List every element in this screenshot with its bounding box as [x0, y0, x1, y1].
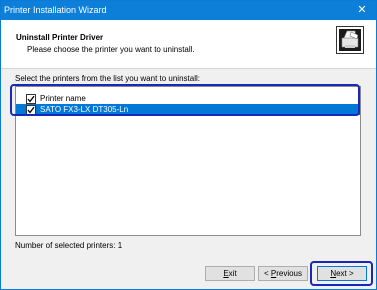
- instruction-text: Select the printers from the list you wa…: [15, 74, 200, 83]
- exit-button[interactable]: Exit: [205, 266, 255, 281]
- page-subtitle: Please choose the printer you want to un…: [27, 45, 195, 54]
- selected-count-text: Number of selected printers: 1: [15, 241, 123, 250]
- window-title: Printer Installation Wizard: [4, 5, 107, 15]
- list-highlight-outline: [10, 84, 360, 116]
- previous-label: revious: [276, 269, 303, 278]
- close-icon[interactable]: ✕: [348, 1, 376, 20]
- page-title: Uninstall Printer Driver: [16, 33, 104, 42]
- exit-label: xit: [228, 269, 237, 278]
- printer-wizard-icon: [336, 26, 364, 54]
- previous-button[interactable]: < Previous: [258, 266, 308, 281]
- previous-prefix: <: [263, 269, 271, 278]
- wizard-header: Uninstall Printer Driver Please choose t…: [1, 20, 376, 69]
- wizard-window: Printer Installation Wizard ✕ Uninstall …: [0, 0, 377, 290]
- title-bar: Printer Installation Wizard ✕: [1, 1, 376, 20]
- next-highlight-outline: [310, 261, 373, 286]
